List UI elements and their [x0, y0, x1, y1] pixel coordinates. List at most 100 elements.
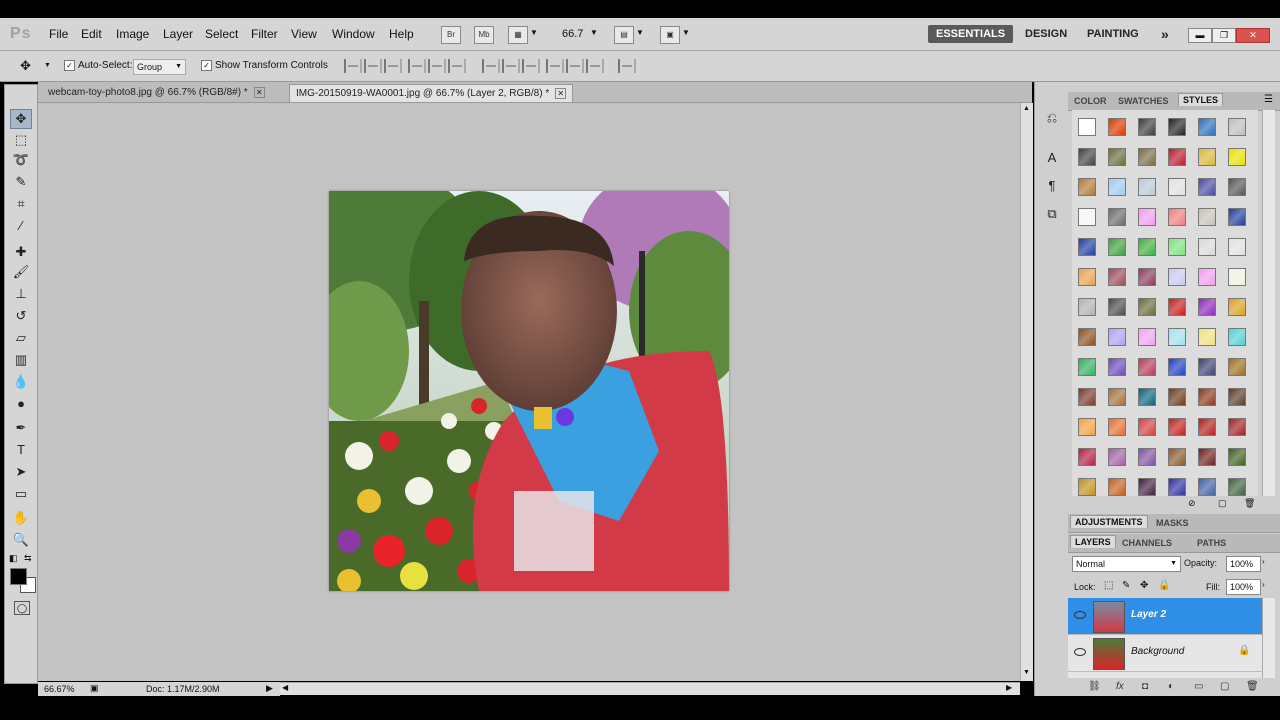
style-swatch[interactable]	[1168, 148, 1186, 166]
style-swatch[interactable]	[1168, 208, 1186, 226]
distribute-right-icon[interactable]	[586, 59, 604, 73]
foreground-color-swatch[interactable]	[10, 568, 27, 585]
preset-dropdown-icon[interactable]: ▼	[44, 62, 51, 69]
layers-scrollbar[interactable]	[1262, 598, 1275, 678]
tab-swatches[interactable]: SWATCHES	[1114, 95, 1172, 107]
style-swatch[interactable]	[1078, 268, 1096, 286]
style-swatch[interactable]	[1138, 298, 1156, 316]
style-swatch[interactable]	[1168, 328, 1186, 346]
style-swatch[interactable]	[1108, 388, 1126, 406]
style-swatch[interactable]	[1228, 118, 1246, 136]
style-swatch[interactable]	[1198, 298, 1216, 316]
style-swatch[interactable]	[1198, 208, 1216, 226]
delete-style-icon[interactable]: 🗑	[1244, 498, 1255, 509]
style-swatch[interactable]	[1078, 208, 1096, 226]
visibility-eye-icon[interactable]	[1074, 648, 1086, 656]
move-tool-preset-icon[interactable]: ✥	[20, 58, 31, 74]
vertical-scrollbar[interactable]: ▲ ▼	[1020, 103, 1033, 681]
layer-name[interactable]: Background	[1131, 646, 1184, 657]
style-swatch[interactable]	[1138, 478, 1156, 496]
lock-pixels-icon[interactable]: ✎	[1122, 580, 1130, 591]
status-menu-icon[interactable]: ▶	[266, 683, 273, 694]
gradient-tool-icon[interactable]: ▥	[11, 351, 31, 369]
style-swatch[interactable]	[1168, 118, 1186, 136]
style-swatch[interactable]	[1108, 478, 1126, 496]
close-icon[interactable]: ✕	[253, 87, 265, 98]
style-swatch[interactable]	[1108, 448, 1126, 466]
style-swatch[interactable]	[1078, 118, 1096, 136]
style-swatch[interactable]	[1138, 268, 1156, 286]
style-swatch[interactable]	[1228, 328, 1246, 346]
transform-controls-checkbox[interactable]: ✓ Show Transform Controls	[201, 60, 328, 71]
default-colors-icon[interactable]: ◧	[9, 553, 18, 564]
style-swatch[interactable]	[1228, 238, 1246, 256]
panel-menu-icon[interactable]: ☰	[1264, 94, 1273, 105]
style-swatch[interactable]	[1228, 148, 1246, 166]
style-swatch[interactable]	[1078, 448, 1096, 466]
style-swatch[interactable]	[1198, 238, 1216, 256]
history-panel-icon[interactable]: ⎌	[1044, 110, 1060, 126]
crop-tool-icon[interactable]: ⌗	[11, 195, 31, 213]
scroll-right-icon[interactable]: ▶	[1006, 683, 1012, 692]
distribute-left-icon[interactable]	[546, 59, 564, 73]
style-swatch[interactable]	[1168, 298, 1186, 316]
distribute-top-icon[interactable]	[482, 59, 500, 73]
paragraph-panel-icon[interactable]: ¶	[1044, 178, 1060, 194]
fx-icon[interactable]: fx	[1116, 681, 1124, 692]
style-swatch[interactable]	[1168, 478, 1186, 496]
more-workspaces-icon[interactable]: »	[1153, 25, 1177, 43]
style-swatch[interactable]	[1078, 358, 1096, 376]
lasso-tool-icon[interactable]: ➰	[11, 151, 31, 169]
style-swatch[interactable]	[1198, 448, 1216, 466]
auto-align-icon[interactable]	[618, 59, 636, 73]
align-vcenter-icon[interactable]	[364, 59, 382, 73]
type-tool-icon[interactable]: T	[11, 441, 31, 459]
delete-layer-icon[interactable]: 🗑	[1246, 681, 1259, 692]
status-zoom[interactable]: 66.67%	[44, 684, 75, 694]
quick-mask-icon[interactable]: ◯	[14, 601, 30, 615]
style-swatch[interactable]	[1138, 358, 1156, 376]
style-swatch[interactable]	[1198, 118, 1216, 136]
style-swatch[interactable]	[1078, 328, 1096, 346]
blend-mode-dropdown[interactable]: Normal ▼	[1072, 556, 1181, 572]
style-swatch[interactable]	[1108, 178, 1126, 196]
style-swatch[interactable]	[1198, 148, 1216, 166]
horizontal-scrollbar[interactable]: ◀ ▶	[280, 682, 1020, 695]
eyedropper-tool-icon[interactable]: ⁄	[11, 217, 31, 235]
style-swatch[interactable]	[1108, 148, 1126, 166]
style-swatch[interactable]	[1168, 418, 1186, 436]
style-swatch[interactable]	[1138, 418, 1156, 436]
dodge-tool-icon[interactable]: ●	[11, 395, 31, 413]
new-style-icon[interactable]: ▢	[1218, 498, 1227, 509]
style-swatch[interactable]	[1138, 118, 1156, 136]
history-brush-tool-icon[interactable]: ↺	[11, 307, 31, 325]
bridge-button[interactable]: Br	[441, 26, 461, 44]
blur-tool-icon[interactable]: 💧	[11, 373, 31, 391]
menu-select[interactable]: Select	[205, 27, 238, 41]
restore-button[interactable]: ❐	[1212, 28, 1236, 43]
brush-tool-icon[interactable]: 🖌	[11, 263, 31, 281]
zoom-tool-icon[interactable]: 🔍	[11, 531, 31, 549]
eraser-tool-icon[interactable]: ▱	[11, 329, 31, 347]
style-swatch[interactable]	[1108, 418, 1126, 436]
tab-img-20150919[interactable]: IMG-20150919-WA0001.jpg @ 66.7% (Layer 2…	[289, 84, 574, 102]
screen-mode-button[interactable]: ▣	[660, 26, 680, 44]
style-swatch[interactable]	[1198, 388, 1216, 406]
distribute-hcenter-icon[interactable]	[566, 59, 584, 73]
path-selection-tool-icon[interactable]: ➤	[11, 463, 31, 481]
style-swatch[interactable]	[1228, 268, 1246, 286]
close-icon[interactable]: ✕	[555, 88, 567, 99]
tab-styles[interactable]: STYLES	[1178, 93, 1224, 106]
style-swatch[interactable]	[1228, 388, 1246, 406]
style-swatch[interactable]	[1168, 268, 1186, 286]
menu-layer[interactable]: Layer	[163, 27, 193, 41]
style-swatch[interactable]	[1078, 478, 1096, 496]
align-top-icon[interactable]	[344, 59, 362, 73]
menu-view[interactable]: View	[291, 27, 317, 41]
layer-row-layer-2[interactable]: Layer 2	[1068, 598, 1262, 635]
lock-all-icon[interactable]: 🔒	[1158, 580, 1170, 591]
style-swatch[interactable]	[1108, 358, 1126, 376]
clear-style-icon[interactable]: ⊘	[1188, 498, 1196, 509]
distribute-vcenter-icon[interactable]	[502, 59, 520, 73]
swap-colors-icon[interactable]: ⇆	[24, 553, 32, 564]
